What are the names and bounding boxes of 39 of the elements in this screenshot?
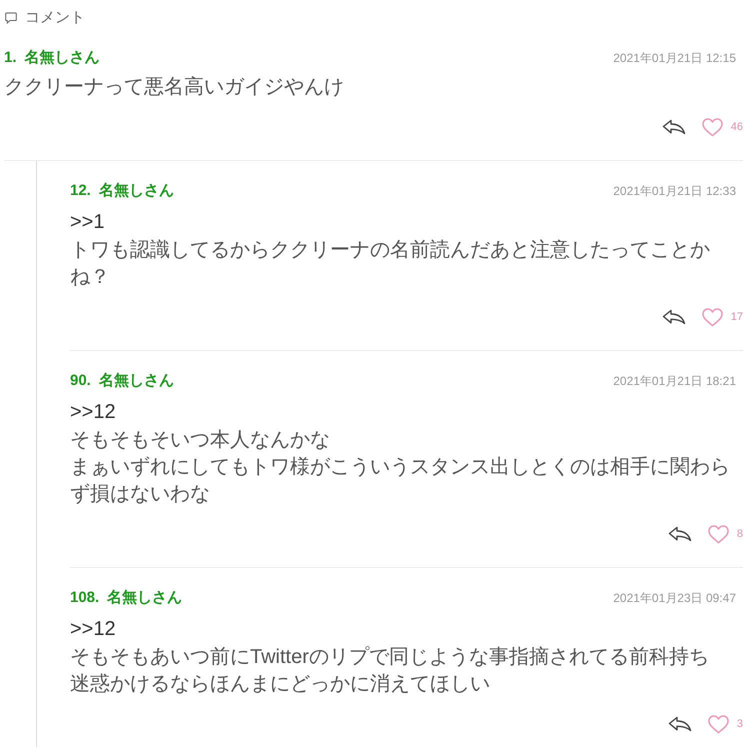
reply-arrow-icon — [662, 309, 686, 325]
comment-text: まぁいずれにしてもトワ様がこういうスタンス出しとくのは相手に関わらず損はないわな — [70, 455, 731, 507]
like-button[interactable]: 3 — [708, 714, 743, 734]
comment-text: そもそもそいつ本人なんかな — [70, 428, 331, 453]
like-button[interactable]: 17 — [702, 308, 743, 326]
heart-icon — [702, 118, 723, 136]
like-button[interactable]: 8 — [708, 524, 743, 544]
like-button[interactable]: 46 — [702, 118, 743, 136]
reply-arrow-icon — [668, 716, 692, 732]
comment-date: 2021年01月21日 12:33 — [613, 182, 736, 200]
reply-button[interactable] — [662, 309, 686, 325]
reply-button[interactable] — [668, 716, 692, 732]
reply-anchor-link[interactable]: >>12 — [70, 397, 116, 427]
speech-bubble-icon — [5, 12, 17, 24]
author-name: 名無しさん — [98, 181, 174, 201]
comment-number: 90. — [70, 371, 91, 391]
author-name: 名無しさん — [24, 48, 100, 68]
comments-heading: コメント — [25, 8, 85, 28]
reply-arrow-icon — [668, 526, 692, 542]
comment-date: 2021年01月21日 12:15 — [613, 50, 736, 66]
comment-number: 1. — [4, 48, 17, 68]
heart-icon — [708, 524, 729, 544]
comment-number: 108. — [70, 588, 100, 608]
comment-text: そもそもあいつ前にTwitterのリプで同じような事指摘されてる前科持ち — [70, 645, 710, 670]
reply-anchor-link[interactable]: >>12 — [70, 614, 116, 644]
comment-text: 迷惑かけるならほんまにどっかに消えてほしい — [70, 672, 491, 697]
heart-icon — [708, 714, 729, 734]
reply-button[interactable] — [662, 119, 686, 135]
comment-date: 2021年01月23日 09:47 — [613, 590, 736, 606]
heart-icon — [702, 308, 723, 326]
comment-text: トワも認識してるからククリーナの名前読んだあと注意したってことかね？ — [70, 238, 711, 290]
author-name: 名無しさん — [98, 371, 174, 391]
reply-arrow-icon — [662, 119, 686, 135]
comment-text: ククリーナって悪名高いガイジやんけ — [4, 75, 345, 100]
comment-date: 2021年01月21日 18:21 — [613, 372, 736, 390]
author-name: 名無しさん — [107, 588, 182, 608]
comment-number: 12. — [70, 181, 91, 201]
reply-button[interactable] — [668, 526, 692, 542]
reply-anchor-link[interactable]: >>1 — [70, 207, 104, 237]
